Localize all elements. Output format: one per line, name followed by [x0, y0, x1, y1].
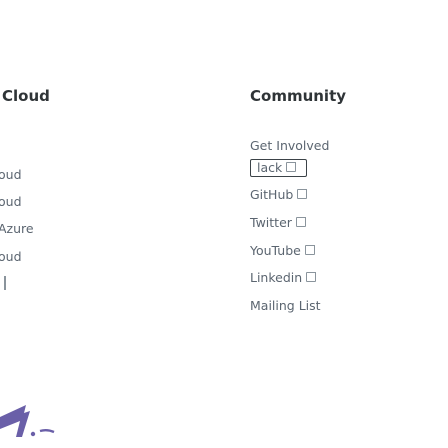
external-link-icon [306, 272, 317, 282]
link-label: lack [257, 160, 283, 175]
column-heading: Cloud [2, 87, 50, 105]
footer-link-slack[interactable]: lack [250, 159, 307, 177]
link-label: YouTube [250, 243, 301, 258]
link-label: Twitter [250, 215, 292, 230]
footer-link-truncated[interactable] [4, 276, 6, 290]
footer-link[interactable]: oud [0, 167, 22, 183]
link-label: Mailing List [250, 298, 321, 313]
link-label: Get Involved [250, 138, 330, 153]
footer-link[interactable]: Azure [0, 221, 34, 237]
footer-link[interactable]: oud [0, 194, 22, 210]
column-heading: Community [250, 87, 347, 105]
footer-link-twitter[interactable]: Twitter [250, 215, 306, 231]
link-label: GitHub [250, 187, 294, 202]
external-link-icon [304, 245, 315, 255]
footer-link[interactable]: oud [0, 249, 22, 265]
external-link-icon [286, 162, 297, 172]
footer-link-get-involved[interactable]: Get Involved [250, 138, 329, 154]
footer-link-mailing-list[interactable]: Mailing List [250, 298, 321, 314]
footer-link-linkedin[interactable]: Linkedin [250, 270, 317, 286]
footer-link-youtube[interactable]: YouTube [250, 243, 315, 259]
external-link-icon [295, 217, 306, 227]
footer-link-github[interactable]: GitHub [250, 187, 308, 203]
link-label: Linkedin [250, 270, 303, 285]
external-link-icon [297, 189, 308, 199]
brand-logo-icon[interactable] [0, 385, 80, 445]
